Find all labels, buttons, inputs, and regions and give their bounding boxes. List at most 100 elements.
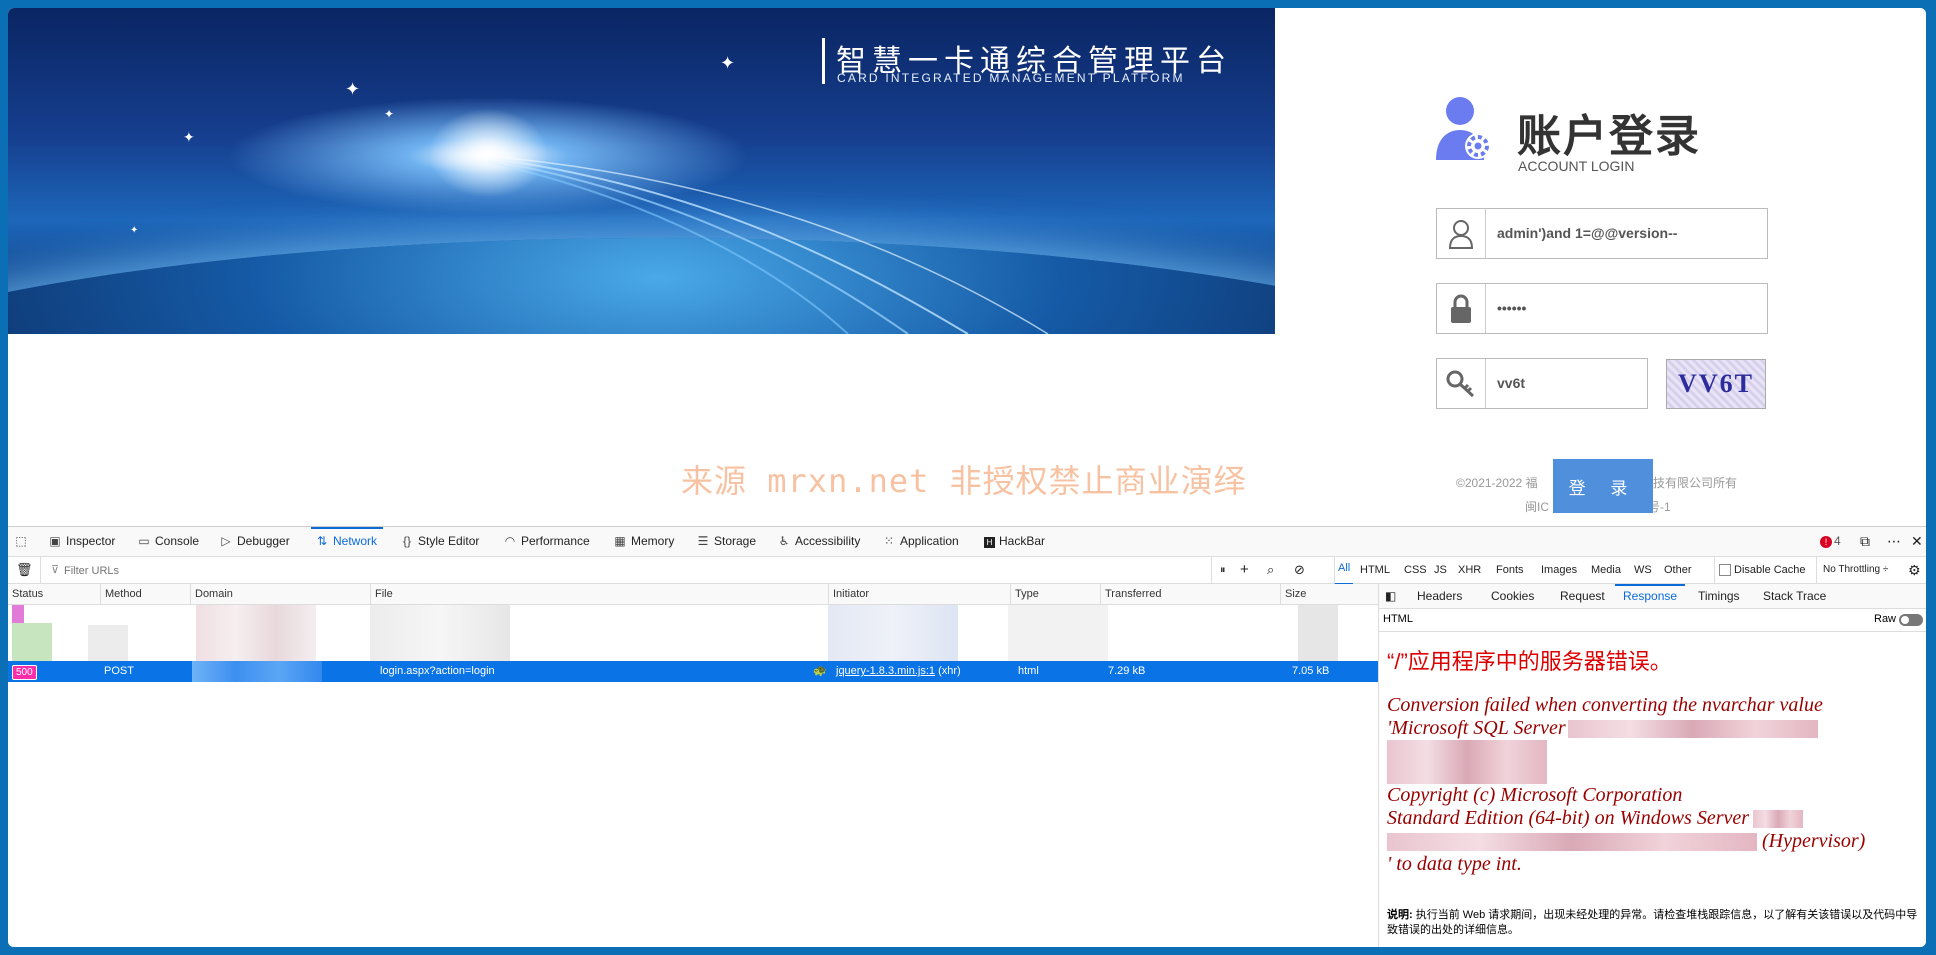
login-button[interactable]: 登 录: [1553, 459, 1653, 513]
request-type: html: [1018, 665, 1039, 677]
filter-css[interactable]: CSS: [1404, 557, 1427, 583]
hero-banner: ✦ ✦ ✦ ✦ ✦ 智慧一卡通综合管理平台 CARD INTEGRATED MA…: [8, 8, 1275, 334]
note-text: 执行当前 Web 请求期间，出现未经处理的异常。请检查堆栈跟踪信息，以了解有关该…: [1387, 909, 1918, 936]
search-icon[interactable]: ⌕: [1267, 557, 1274, 583]
raw-label: Raw: [1874, 613, 1897, 625]
element-picker-icon[interactable]: ⬚: [14, 527, 32, 556]
grid-icon: ⁙: [883, 534, 895, 548]
disable-cache-toggle[interactable]: Disable Cache: [1714, 557, 1806, 583]
turtle-icon: 🐢: [813, 665, 827, 677]
block-icon[interactable]: ⊘: [1294, 557, 1305, 583]
tab-memory[interactable]: ▦ Memory: [613, 527, 674, 556]
star-icon: ✦: [384, 107, 395, 121]
tab-style-editor[interactable]: {} Style Editor: [400, 527, 479, 556]
tab-console[interactable]: ▭ Console: [137, 527, 199, 556]
tab-headers[interactable]: Headers: [1417, 584, 1462, 608]
password-value[interactable]: ••••••: [1497, 284, 1526, 333]
filter-js[interactable]: JS: [1434, 557, 1447, 583]
redacted-text: [1567, 720, 1818, 739]
filter-xhr[interactable]: XHR: [1458, 557, 1481, 583]
initiator-kind: (xhr): [938, 665, 961, 677]
request-method: POST: [104, 665, 134, 677]
network-icon: ⇅: [316, 534, 328, 548]
error-line-redacted: [1387, 740, 1922, 784]
accessibility-icon: ♿: [778, 534, 790, 548]
captcha-image[interactable]: VV6T: [1666, 359, 1766, 409]
login-title: 账户登录: [1517, 112, 1701, 161]
add-icon[interactable]: +: [1240, 557, 1249, 583]
devtools-tabbar: ⬚ ▣ Inspector ▭ Console ▷ Debugger ⇅ Network…: [8, 527, 1926, 557]
col-size[interactable]: Size: [1280, 584, 1378, 604]
login-page: ✦ ✦ ✦ ✦ ✦ 智慧一卡通综合管理平台 CARD INTEGRATED MA…: [8, 8, 1926, 526]
footer-copyright-right: 技有限公司所有: [1653, 476, 1738, 490]
trash-icon[interactable]: 🗑: [16, 557, 33, 583]
filter-html[interactable]: HTML: [1360, 557, 1390, 583]
tab-timings[interactable]: Timings: [1698, 584, 1740, 608]
throttling-select[interactable]: No Throttling ÷: [1816, 557, 1888, 583]
more-options-icon[interactable]: ⋯: [1887, 527, 1901, 556]
tab-stack-trace[interactable]: Stack Trace: [1763, 584, 1826, 608]
col-status[interactable]: Status: [8, 584, 100, 604]
tab-inspector[interactable]: ▣ Inspector: [48, 527, 115, 556]
filter-urls-input[interactable]: [62, 560, 1196, 582]
filter-other[interactable]: Other: [1664, 557, 1692, 583]
col-transferred[interactable]: Transferred: [1100, 584, 1280, 604]
tab-cookies[interactable]: Cookies: [1491, 584, 1534, 608]
inspector-icon: ▣: [49, 534, 61, 548]
tab-performance[interactable]: ◠ Performance: [503, 527, 590, 556]
request-transferred: 7.29 kB: [1108, 665, 1146, 677]
storage-icon: ☰: [697, 534, 709, 548]
filter-all[interactable]: All: [1334, 557, 1354, 585]
col-method[interactable]: Method: [100, 584, 190, 604]
username-value[interactable]: admin')and 1=@@version--: [1497, 209, 1677, 258]
login-subtitle: ACCOUNT LOGIN: [1518, 158, 1635, 174]
redacted-text: [1753, 810, 1804, 829]
filter-fonts[interactable]: Fonts: [1496, 557, 1524, 583]
dock-icon[interactable]: ⧉: [1860, 527, 1870, 556]
close-icon[interactable]: ✕: [1911, 527, 1923, 556]
col-initiator[interactable]: Initiator: [828, 584, 1010, 604]
error-count-badge[interactable]: ! 4: [1820, 527, 1841, 556]
disable-cache-checkbox[interactable]: [1719, 564, 1731, 577]
captcha-field[interactable]: vv6t: [1436, 358, 1648, 409]
request-initiator[interactable]: jquery-1.8.3.min.js:1 (xhr): [836, 661, 961, 682]
username-field[interactable]: admin')and 1=@@version--: [1436, 208, 1768, 259]
redacted-text: [1387, 740, 1547, 784]
tab-network[interactable]: ⇅ Network: [311, 527, 384, 556]
network-filterbar: 🗑 ⊽ ⏸ + ⌕ ⊘ All HTML CSS JS XHR Fonts Im…: [8, 557, 1926, 585]
star-icon: ✦: [345, 79, 361, 99]
initiator-link[interactable]: jquery-1.8.3.min.js:1: [836, 665, 935, 677]
hackbar-icon: H: [984, 537, 995, 548]
error-line: 'Microsoft SQL Server: [1387, 717, 1922, 740]
col-file[interactable]: File: [370, 584, 828, 604]
error-line: Conversion failed when converting the nv…: [1387, 694, 1823, 716]
table-header: Status Method Domain File Initiator Type…: [8, 584, 1378, 605]
footer-icp-left: 闽IC: [1525, 500, 1550, 514]
tab-application[interactable]: ⁙ Application: [882, 527, 959, 556]
tab-debugger[interactable]: ▷ Debugger: [219, 527, 289, 556]
pause-icon[interactable]: ⏸: [1211, 557, 1226, 583]
col-type[interactable]: Type: [1010, 584, 1100, 604]
tab-response[interactable]: Response: [1615, 584, 1686, 608]
filter-media[interactable]: Media: [1591, 557, 1621, 583]
table-row-selected[interactable]: 500 POST login.aspx?action=login 🐢 jquer…: [8, 661, 1378, 682]
filter-ws[interactable]: WS: [1634, 557, 1652, 583]
password-field[interactable]: ••••••: [1436, 283, 1768, 334]
toggle-sidebar-icon[interactable]: ◧: [1385, 584, 1396, 608]
tab-accessibility[interactable]: ♿ Accessibility: [777, 527, 861, 556]
col-domain[interactable]: Domain: [190, 584, 370, 604]
browser-window: ✦ ✦ ✦ ✦ ✦ 智慧一卡通综合管理平台 CARD INTEGRATED MA…: [8, 8, 1926, 947]
watermark: 来源 mrxn.net 非授权禁止商业演绎: [681, 462, 1247, 500]
response-body: “/”应用程序中的服务器错误。 Conversion failed when c…: [1387, 644, 1922, 876]
tab-storage[interactable]: ☰ Storage: [696, 527, 756, 556]
console-icon: ▭: [138, 534, 150, 548]
details-tabbar: ◧ Headers Cookies Request Response Timin…: [1379, 584, 1926, 609]
tab-hackbar[interactable]: H HackBar: [984, 527, 1045, 556]
settings-gear-icon[interactable]: ⚙: [1908, 557, 1921, 583]
captcha-value[interactable]: vv6t: [1497, 359, 1525, 408]
raw-toggle[interactable]: [1899, 614, 1923, 626]
filter-images[interactable]: Images: [1541, 557, 1577, 583]
redacted-rows: [8, 605, 1378, 661]
tab-request[interactable]: Request: [1560, 584, 1605, 608]
request-size: 7.05 kB: [1292, 665, 1330, 677]
